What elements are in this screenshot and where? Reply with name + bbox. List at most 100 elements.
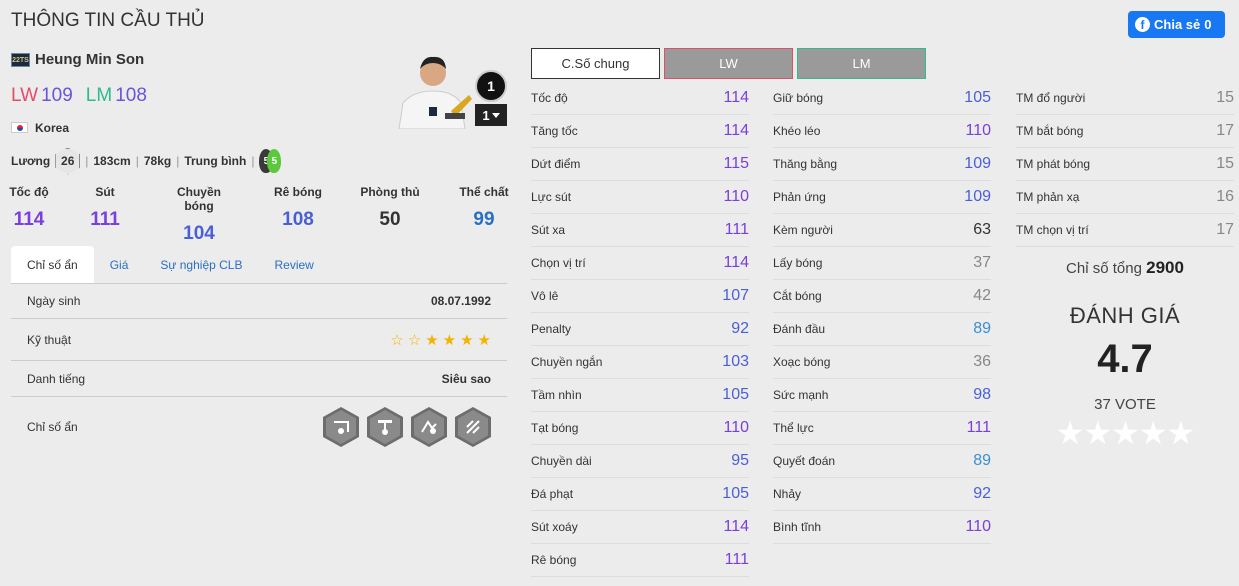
stat-name: Nhảy	[773, 487, 802, 501]
info-tabs: Chỉ số ẩn Giá Sự nghiệp CLB Review	[11, 246, 330, 283]
rating-stars[interactable]: ★★★★★	[1017, 414, 1233, 452]
stat-row: Giữ bóng 105	[773, 82, 991, 115]
stat-name: Chọn vị trí	[531, 256, 586, 270]
stat-value: 107	[722, 287, 749, 304]
stat-row: Vô lê 107	[531, 280, 749, 313]
stat-name: Tăng tốc	[531, 124, 578, 138]
total-label: Chỉ số tổng	[1066, 260, 1142, 277]
stat-row: Rê bóng 111	[531, 544, 749, 577]
stat-row: Chọn vị trí 114	[531, 247, 749, 280]
star-filled-icon: ★	[460, 331, 474, 349]
share-count: 0	[1204, 17, 1212, 32]
stat-row: TM phản xạ 16	[1016, 181, 1234, 214]
tab-club-career[interactable]: Sự nghiệp CLB	[144, 246, 258, 283]
stat-value: 17	[1216, 122, 1234, 139]
stat-value: 114	[723, 122, 749, 139]
player-photo	[393, 45, 473, 129]
stat-value: 89	[973, 452, 991, 469]
stat-name: Kèm người	[773, 223, 833, 237]
stat-name: Tầm nhìn	[531, 388, 582, 402]
stat-value: 15	[1216, 155, 1234, 172]
stat-row: Dứt điểm 115	[531, 148, 749, 181]
tab-hidden-stats[interactable]: Chỉ số ẩn	[11, 246, 94, 283]
stat-name: Chuyền ngắn	[531, 355, 603, 369]
stat-row: Lấy bóng 37	[773, 247, 991, 280]
position-ratings: LW 109 LM 108	[11, 85, 147, 107]
stat-name: TM bắt bóng	[1016, 124, 1084, 138]
star-empty-icon: ☆	[390, 331, 404, 349]
stat-name: Sút xoáy	[531, 520, 578, 534]
star-empty-icon: ☆	[407, 331, 422, 349]
stat-value: 115	[723, 155, 749, 172]
stat-row: Sức mạnh 98	[773, 379, 991, 412]
tab-position-lw[interactable]: LW	[664, 48, 793, 79]
stat-row: Xoạc bóng 36	[773, 346, 991, 379]
skill-label: Kỹ thuật	[27, 332, 72, 347]
stat-value: 89	[973, 320, 991, 337]
rating-value: 4.7	[1097, 337, 1153, 381]
height: 183cm	[93, 154, 131, 168]
stat-row: Chuyền dài 95	[531, 445, 749, 478]
stat-row: Sút xa 111	[531, 214, 749, 247]
reputation-value: Siêu sao	[441, 371, 491, 386]
stat-row: Tốc độ 114	[531, 82, 749, 115]
stat-row: Thăng bằng 109	[773, 148, 991, 181]
long-shot-taker-icon[interactable]	[323, 407, 359, 447]
stat-name: Lực sút	[531, 190, 572, 204]
skill-stars: ☆ ☆ ★ ★ ★ ★	[390, 331, 491, 349]
stat-row: Sút xoáy 114	[531, 511, 749, 544]
tab-position-lm[interactable]: LM	[797, 48, 926, 79]
stat-name: Thăng bằng	[773, 157, 838, 171]
stat-name: Xoạc bóng	[773, 355, 831, 369]
stat-value: 103	[722, 353, 749, 370]
level-select[interactable]: 1	[475, 104, 507, 126]
stat-row: Tạt bóng 110	[531, 412, 749, 445]
stat-name: Tốc độ	[531, 91, 568, 105]
tab-price[interactable]: Giá	[94, 246, 145, 283]
stat-value: 105	[964, 89, 991, 106]
stat-name: Chuyền dài	[531, 454, 592, 468]
main-stat-passing: Chuyền bóng 104	[176, 185, 221, 244]
facebook-share-button[interactable]: f Chia sẻ 0	[1128, 11, 1225, 38]
stat-value: 111	[724, 551, 749, 568]
nation: Korea	[35, 121, 70, 135]
salary-label: Lương	[11, 154, 51, 168]
stat-value: 92	[973, 485, 991, 502]
stat-value: 109	[964, 155, 991, 172]
player-info-line: Lương 26 | 183cm | 78kg | Trung bình | 5…	[11, 147, 282, 175]
traits-label: Chỉ số ẩn	[27, 420, 78, 434]
total-value: 2900	[1146, 258, 1184, 277]
stat-row: Phản ứng 109	[773, 181, 991, 214]
stat-name: Khéo léo	[773, 124, 821, 138]
stat-value: 105	[722, 386, 749, 403]
stat-name: Giữ bóng	[773, 91, 824, 105]
stat-value: 98	[973, 386, 991, 403]
stat-name: Sức mạnh	[773, 388, 829, 402]
stat-value: 110	[965, 122, 991, 139]
tab-review[interactable]: Review	[258, 246, 329, 283]
stat-row: Lực sút 110	[531, 181, 749, 214]
stat-value: 110	[723, 188, 749, 205]
stat-row: Thể lực 111	[773, 412, 991, 445]
tab-general-stats[interactable]: C.Số chung	[531, 48, 660, 79]
speed-dribbler-icon[interactable]	[455, 407, 491, 447]
stat-row: Đá phạt 105	[531, 478, 749, 511]
position-lm: LM 108	[85, 85, 147, 106]
rating-title: ĐÁNH GIÁ	[1069, 303, 1181, 328]
stat-value: 105	[722, 485, 749, 502]
stat-value: 36	[973, 353, 991, 370]
stats-column-1: Tốc độ 114 Tăng tốc 114 Dứt điểm 115 Lực sút 11…	[531, 82, 749, 577]
stat-value: 16	[1216, 188, 1234, 205]
birth-label: Ngày sinh	[27, 294, 81, 308]
stat-row: Tầm nhìn 105	[531, 379, 749, 412]
stat-name: Bình tĩnh	[773, 520, 822, 534]
main-stat-physical: Thể chất 99	[459, 185, 509, 230]
finesse-shot-icon[interactable]	[411, 407, 447, 447]
stat-row: TM bắt bóng 17	[1016, 115, 1234, 148]
player-name: Heung Min Son	[35, 51, 145, 68]
stat-name: Vô lê	[531, 289, 559, 303]
power-header-icon[interactable]	[367, 407, 403, 447]
stat-value: 111	[966, 419, 991, 436]
birth-value: 08.07.1992	[430, 294, 491, 308]
chevron-down-icon	[491, 112, 500, 118]
